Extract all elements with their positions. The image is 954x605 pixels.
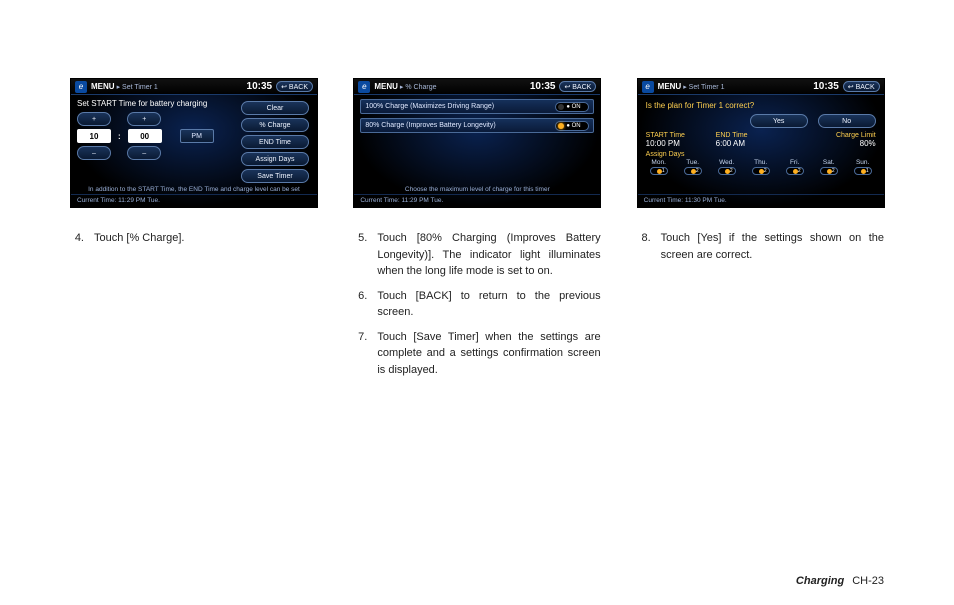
instructions-col3: 8.Touch [Yes] if the settings shown on t… <box>637 230 884 263</box>
charge-80-row[interactable]: 80% Charge (Improves Battery Longevity) … <box>360 118 594 133</box>
assign-days-label: Assign Days <box>638 151 884 158</box>
eco-icon: e <box>75 81 87 93</box>
section-name: Charging <box>796 575 844 587</box>
end-time-button[interactable]: END Time <box>241 135 309 149</box>
clock: 10:35 <box>530 81 556 92</box>
menu-label: MENU <box>374 82 398 91</box>
col-end: END Time <box>716 132 786 139</box>
instruction-step: 7.Touch [Save Timer] when the settings a… <box>353 329 600 379</box>
pct-charge-button[interactable]: % Charge <box>241 118 309 132</box>
charge-100-label: 100% Charge (Maximizes Driving Range) <box>365 103 555 110</box>
screen-set-timer: e MENU ▸ Set Timer 1 10:35 ↩ BACK Set ST… <box>70 78 318 208</box>
back-button[interactable]: ↩ BACK <box>843 81 880 92</box>
charge-100-indicator: ● ON <box>555 102 589 112</box>
minute-plus-button[interactable]: + <box>127 112 161 126</box>
save-timer-button[interactable]: Save Timer <box>241 169 309 183</box>
breadcrumb: ▸ Set Timer 1 <box>117 83 158 91</box>
val-limit: 80% <box>786 139 876 148</box>
menu-label: MENU <box>658 82 682 91</box>
charge-100-row[interactable]: 100% Charge (Maximizes Driving Range) ● … <box>360 99 594 114</box>
instruction-step: 8.Touch [Yes] if the settings shown on t… <box>637 230 884 263</box>
val-end: 6:00 AM <box>716 139 786 148</box>
breadcrumb: ▸ Set Timer 1 <box>683 83 724 91</box>
clock: 10:35 <box>813 81 839 92</box>
hour-plus-button[interactable]: + <box>77 112 111 126</box>
day-cell: Sun.1 <box>850 159 876 175</box>
instruction-step: 5.Touch [80% Charging (Improves Battery … <box>353 230 600 280</box>
hint-text: In addition to the START Time, the END T… <box>71 186 317 193</box>
eco-icon: e <box>642 81 654 93</box>
val-start: 10:00 PM <box>646 139 716 148</box>
breadcrumb: ▸ % Charge <box>400 83 437 91</box>
day-cell: Fri.2 <box>782 159 808 175</box>
current-time: Current Time: 11:30 PM Tue. <box>638 194 884 207</box>
instructions-col2: 5.Touch [80% Charging (Improves Battery … <box>353 230 600 378</box>
hour-value: 10 <box>77 129 111 143</box>
back-button[interactable]: ↩ BACK <box>276 81 313 92</box>
page-number: CH-23 <box>852 575 884 587</box>
day-cell: Thu.2 <box>748 159 774 175</box>
instruction-step: 4.Touch [% Charge]. <box>70 230 317 247</box>
screen-confirm: e MENU ▸ Set Timer 1 10:35 ↩ BACK Is the… <box>637 78 885 208</box>
clock: 10:35 <box>247 81 273 92</box>
no-button[interactable]: No <box>818 114 876 128</box>
screen-pct-charge: e MENU ▸ % Charge 10:35 ↩ BACK 100% Char… <box>353 78 601 208</box>
current-time: Current Time: 11:29 PM Tue. <box>71 194 317 207</box>
prompt-text: Set START Time for battery charging <box>77 99 241 108</box>
instruction-step: 6.Touch [BACK] to return to the previous… <box>353 288 600 321</box>
instructions-col1: 4.Touch [% Charge]. <box>70 230 317 247</box>
eco-icon: e <box>358 81 370 93</box>
hint-text: Choose the maximum level of charge for t… <box>354 186 600 193</box>
hour-minus-button[interactable]: – <box>77 146 111 160</box>
yes-button[interactable]: Yes <box>750 114 808 128</box>
page-footer: Charging CH-23 <box>796 575 884 587</box>
minute-minus-button[interactable]: – <box>127 146 161 160</box>
charge-80-label: 80% Charge (Improves Battery Longevity) <box>365 122 555 129</box>
day-cell: Sat.2 <box>816 159 842 175</box>
minute-value: 00 <box>128 129 162 143</box>
ampm-toggle[interactable]: PM <box>180 129 214 143</box>
charge-80-indicator: ● ON <box>555 121 589 131</box>
menu-label: MENU <box>91 82 115 91</box>
current-time: Current Time: 11:29 PM Tue. <box>354 194 600 207</box>
day-cell: Mon.1 <box>646 159 672 175</box>
col-limit: Charge Limit <box>786 132 876 139</box>
assign-days-button[interactable]: Assign Days <box>241 152 309 166</box>
clear-button[interactable]: Clear <box>241 101 309 115</box>
day-cell: Wed.2 <box>714 159 740 175</box>
confirm-question: Is the plan for Timer 1 correct? <box>646 101 876 110</box>
col-start: START Time <box>646 132 716 139</box>
back-button[interactable]: ↩ BACK <box>559 81 596 92</box>
day-cell: Tue.2 <box>680 159 706 175</box>
